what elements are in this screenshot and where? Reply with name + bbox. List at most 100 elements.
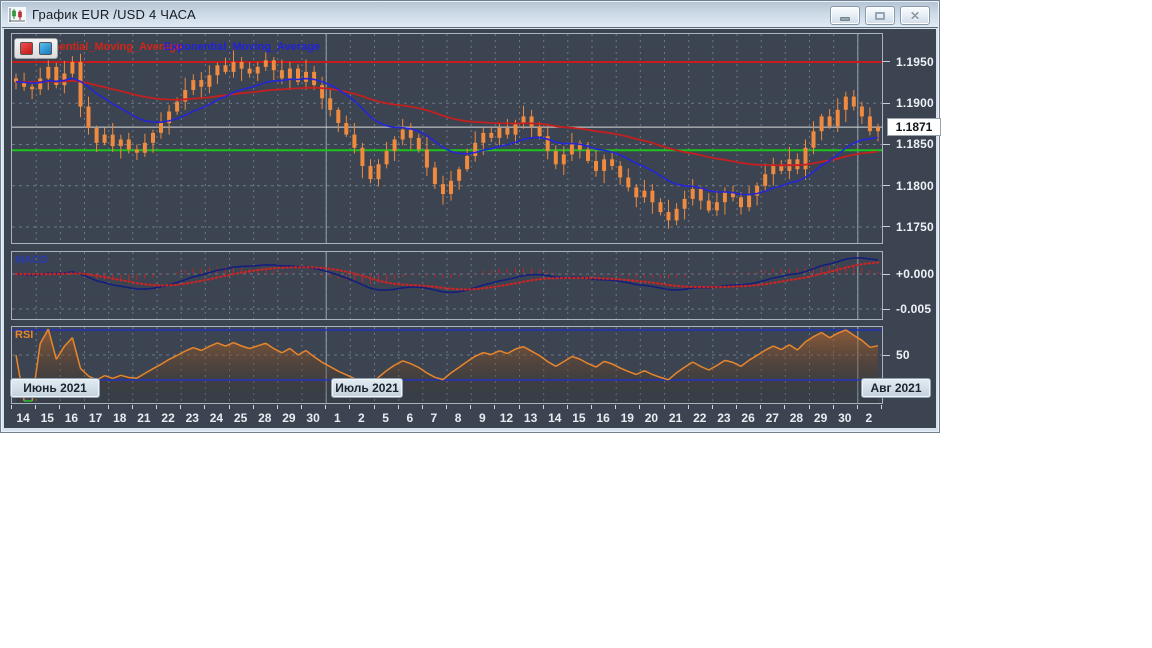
day-tick (156, 405, 157, 409)
rsi-panel: RSI (11, 326, 883, 404)
day-tick (325, 405, 327, 409)
day-tick (470, 405, 472, 409)
day-label: 25 (233, 411, 248, 425)
day-tick (639, 405, 641, 409)
day-tick (446, 405, 447, 409)
day-label: 22 (161, 411, 175, 425)
day-tick (591, 405, 592, 409)
candlestick-chart-icon (8, 6, 26, 23)
day-label: 20 (644, 411, 659, 425)
day-tick (131, 405, 133, 409)
blue-indicator-button[interactable] (39, 42, 52, 55)
month-label-july: Июль 2021 (331, 378, 403, 398)
axis-tick: 1.1950 (883, 54, 941, 70)
price-chart-canvas[interactable] (12, 34, 882, 243)
day-label: 21 (137, 411, 151, 425)
indicator-color-buttons (14, 38, 58, 59)
day-label: 22 (693, 411, 707, 425)
day-tick (252, 405, 254, 409)
day-label: 12 (499, 411, 514, 425)
day-label: 24 (209, 411, 224, 425)
day-label: 18 (113, 411, 127, 425)
day-label: 5 (382, 411, 389, 425)
day-label: 26 (741, 411, 755, 425)
macd-label: MACD (15, 254, 48, 266)
day-tick (83, 405, 85, 409)
day-tick (59, 405, 61, 409)
day-label: 16 (596, 411, 610, 425)
day-tick (663, 405, 665, 409)
red-indicator-button[interactable] (20, 42, 33, 55)
day-label: 23 (717, 411, 731, 425)
day-label: 13 (523, 411, 538, 425)
current-price-badge: 1.1871 (887, 118, 941, 137)
time-axis[interactable]: 14 15 16 17 18 21 22 23 24 25 28 29 30 1 2 5 6 7 8 9 12 13 14 1… (11, 405, 883, 428)
day-label: 29 (282, 411, 296, 425)
day-tick (494, 405, 496, 409)
day-tick (204, 405, 206, 409)
day-tick (615, 405, 617, 409)
axis-tick: 1.1900 (883, 95, 941, 111)
day-tick (373, 405, 375, 409)
day-tick (542, 405, 544, 409)
chart-client-area: Exponential_Moving_Average Exponential_M… (4, 29, 941, 428)
day-label: 1 (333, 411, 341, 425)
month-label-august: Авг 2021 (861, 378, 931, 398)
day-tick (687, 405, 689, 409)
day-tick (301, 405, 302, 409)
day-tick (276, 405, 278, 409)
day-label: 27 (765, 411, 779, 425)
close-button[interactable]: ✕ (900, 6, 930, 25)
day-label: 2 (358, 411, 365, 425)
day-tick (760, 405, 762, 409)
title-bar[interactable]: График EUR /USD 4 ЧАСА ✕ (2, 2, 938, 28)
day-label: 28 (258, 411, 272, 425)
day-tick (35, 405, 37, 409)
axis-tick: +0.000 (883, 266, 941, 282)
day-label: 15 (40, 411, 54, 425)
day-label: 23 (185, 411, 199, 425)
day-label: 15 (572, 411, 586, 425)
day-tick (808, 405, 810, 409)
day-tick (881, 405, 882, 409)
day-tick (397, 405, 399, 409)
day-label: 16 (64, 411, 79, 425)
month-label-june: Июнь 2021 (10, 378, 100, 398)
day-tick (784, 405, 786, 409)
day-label: 30 (306, 411, 320, 425)
day-label: 2 (865, 411, 873, 425)
day-label: 8 (454, 411, 462, 425)
axis-tick: -0.005 (883, 301, 941, 317)
window-controls: ✕ (830, 6, 930, 25)
macd-canvas[interactable] (12, 252, 882, 319)
chart-window: График EUR /USD 4 ЧАСА ✕ Exponential_Mov… (0, 0, 941, 433)
ema-blue-legend-label: Exponential_Moving_Average (164, 41, 321, 53)
axis-tick: 1.1850 (883, 136, 941, 152)
close-icon: ✕ (909, 8, 921, 23)
day-label: 19 (620, 411, 634, 425)
day-tick (832, 405, 834, 409)
day-tick (711, 405, 713, 409)
axis-tick: 50 (883, 347, 941, 363)
day-label: 28 (789, 411, 804, 425)
maximize-button[interactable] (865, 6, 895, 25)
day-label: 14 (548, 411, 562, 425)
value-axis[interactable]: 1.1871 1.1950 1.1900 1.1850 1.1800 1.1750 +0.… (883, 29, 941, 428)
day-tick (180, 405, 182, 409)
day-tick (736, 405, 737, 409)
day-tick (518, 405, 520, 409)
day-label: 9 (478, 411, 486, 425)
day-label: 29 (813, 411, 828, 425)
minimize-button[interactable] (830, 6, 860, 25)
window-title: График EUR /USD 4 ЧАСА (32, 7, 196, 22)
day-label: 6 (406, 411, 414, 425)
day-tick (228, 405, 230, 409)
day-tick (11, 405, 12, 409)
axis-tick: 1.1750 (883, 219, 941, 235)
day-label: 21 (668, 411, 683, 425)
day-label: 14 (16, 411, 30, 425)
rsi-label: RSI (15, 329, 34, 341)
macd-panel: MACD (11, 251, 883, 320)
rsi-canvas[interactable] (12, 327, 882, 403)
day-tick (566, 405, 568, 409)
